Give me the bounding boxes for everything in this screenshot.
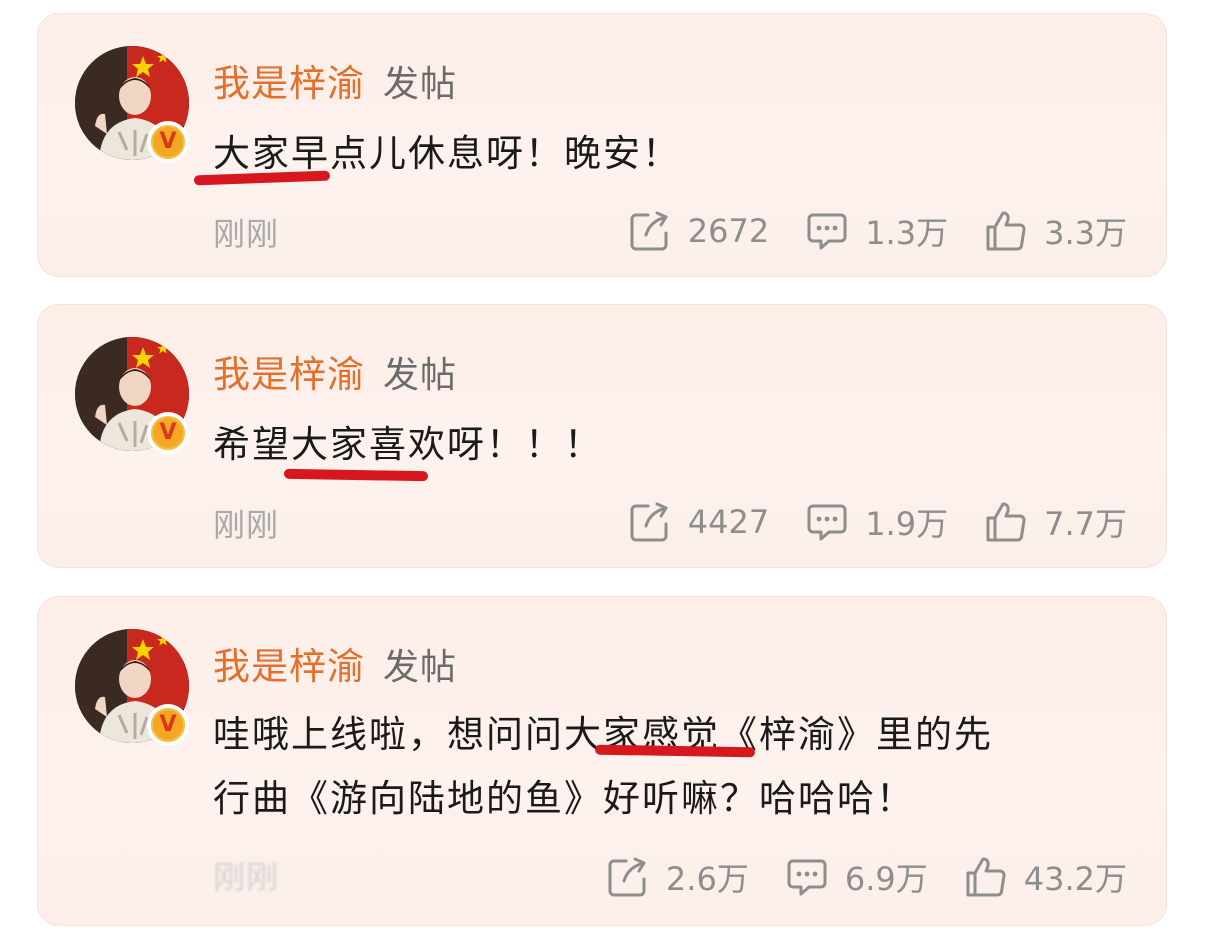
username-link[interactable]: 我是梓渝: [213, 344, 365, 398]
post-stats: 4427 1.9万 7.7万: [628, 499, 1127, 545]
post-stats: 2.6万 6.9万 43.2万: [606, 854, 1127, 900]
repost-count: 2.6万: [665, 860, 749, 898]
comment-count: 1.9万: [865, 505, 949, 543]
like-count: 3.3万: [1044, 214, 1127, 252]
post-text: 希望大家喜欢呀！！！: [213, 413, 603, 477]
post-card[interactable]: V 我是梓渝 发帖 大家早点儿休息呀！晚安！ 刚刚 2672 1.3万 3.3万: [37, 13, 1167, 277]
comment-icon: [787, 859, 827, 896]
post-text-line: 哇哦上线啦，想问问大家感觉《梓渝》里的先: [213, 713, 993, 756]
post-header: 我是梓渝 发帖: [213, 53, 457, 107]
post-timestamp: 刚刚: [213, 858, 280, 896]
comment-button[interactable]: 1.9万: [805, 499, 948, 545]
repost-icon: [630, 211, 668, 251]
repost-button[interactable]: 2672: [628, 209, 769, 253]
comment-count: 6.9万: [844, 860, 928, 898]
like-button[interactable]: 3.3万: [984, 208, 1127, 254]
comment-button[interactable]: 6.9万: [785, 854, 928, 900]
like-button[interactable]: 7.7万: [984, 499, 1127, 545]
post-timestamp: 刚刚: [213, 215, 280, 253]
red-underline-annotation: [283, 468, 429, 482]
post-action-label: 发帖: [383, 647, 458, 688]
post-text-line: 希望大家喜欢呀！！！: [213, 423, 603, 466]
post-text-line: 大家早点儿休息呀！晚安！: [213, 132, 681, 175]
post-text-line: 行曲《游向陆地的鱼》好听嘛？哈哈哈！: [213, 777, 915, 820]
post-feed: V 我是梓渝 发帖 大家早点儿休息呀！晚安！ 刚刚 2672 1.3万 3.3万…: [0, 0, 1206, 941]
username-link[interactable]: 我是梓渝: [213, 636, 365, 690]
post-timestamp: 刚刚: [213, 506, 280, 544]
thumbs-up-icon: [966, 857, 1006, 897]
post-stats: 2672 1.3万 3.3万: [628, 208, 1127, 254]
repost-count: 2672: [687, 212, 770, 250]
post-card[interactable]: V 我是梓渝 发帖 哇哦上线啦，想问问大家感觉《梓渝》里的先 行曲《游向陆地的鱼…: [37, 596, 1167, 926]
post-action-label: 发帖: [383, 355, 458, 396]
repost-button[interactable]: 4427: [628, 500, 769, 544]
comment-button[interactable]: 1.3万: [805, 208, 948, 254]
thumbs-up-icon: [986, 502, 1026, 542]
post-header: 我是梓渝 发帖: [213, 636, 457, 690]
post-text: 哇哦上线啦，想问问大家感觉《梓渝》里的先 行曲《游向陆地的鱼》好听嘛？哈哈哈！: [213, 703, 993, 831]
verified-v-icon: V: [147, 704, 189, 746]
post-header: 我是梓渝 发帖: [213, 344, 457, 398]
repost-icon: [608, 857, 646, 897]
repost-button[interactable]: 2.6万: [606, 854, 749, 900]
like-count: 7.7万: [1044, 505, 1127, 543]
repost-count: 4427: [687, 503, 770, 541]
thumbs-up-icon: [986, 211, 1026, 251]
comment-icon: [807, 213, 847, 250]
post-card[interactable]: V 我是梓渝 发帖 希望大家喜欢呀！！！ 刚刚 4427 1.9万 7.7万: [37, 304, 1167, 568]
like-button[interactable]: 43.2万: [964, 854, 1127, 900]
comment-icon: [807, 504, 847, 541]
post-action-label: 发帖: [383, 64, 458, 105]
username-link[interactable]: 我是梓渝: [213, 53, 365, 107]
like-count: 43.2万: [1023, 860, 1127, 898]
comment-count: 1.3万: [865, 214, 949, 252]
verified-v-icon: V: [147, 121, 189, 163]
repost-icon: [630, 502, 668, 542]
verified-v-icon: V: [147, 412, 189, 454]
